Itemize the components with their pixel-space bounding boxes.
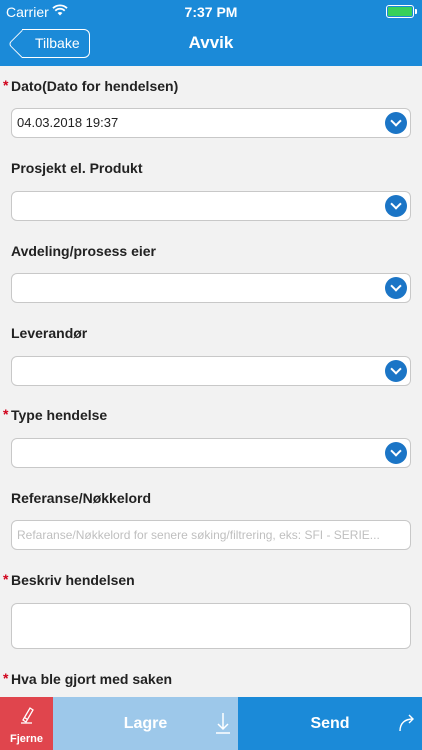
field-label-describe: * Beskriv hendelsen <box>3 571 135 588</box>
battery-icon <box>386 5 417 18</box>
chevron-down-icon <box>385 360 407 382</box>
send-button[interactable]: Send <box>238 697 422 750</box>
field-label-department: Avdeling/prosess eier <box>11 243 156 259</box>
send-button-label: Send <box>310 715 350 732</box>
chevron-down-icon <box>385 195 407 217</box>
chevron-down-icon <box>385 442 407 464</box>
field-label-supplier: Leverandør <box>11 325 88 341</box>
field-label-event-type: * Type hendelse <box>3 406 108 423</box>
event-type-dropdown[interactable] <box>11 438 411 468</box>
forward-arrow-icon <box>399 714 414 732</box>
required-marker: * <box>3 670 9 686</box>
date-value: 04.03.2018 19:37 <box>17 115 119 130</box>
project-dropdown[interactable] <box>11 191 411 221</box>
field-label-action: * Hva ble gjort med saken <box>3 670 173 687</box>
bottom-toolbar: Fjerne Lagre Send <box>0 697 422 750</box>
top-bar: Carrier 7:37 PM Tilbake Avvik <box>0 0 422 66</box>
date-dropdown[interactable]: 04.03.2018 19:37 <box>11 108 411 138</box>
reference-input[interactable]: Refaranse/Nøkkelord for senere søking/fi… <box>11 520 411 550</box>
clear-button-label: Fjerne <box>9 733 43 745</box>
clear-button[interactable]: Fjerne <box>0 697 53 750</box>
department-dropdown[interactable] <box>11 273 411 303</box>
supplier-dropdown[interactable] <box>11 356 411 386</box>
status-bar: Carrier 7:37 PM <box>0 0 422 22</box>
field-label-date: * Dato(Dato for hendelsen) <box>3 77 179 94</box>
save-button[interactable]: Lagre <box>53 697 238 750</box>
required-marker: * <box>3 77 9 93</box>
describe-textarea[interactable] <box>11 603 411 649</box>
save-button-label: Lagre <box>123 715 168 732</box>
eraser-icon <box>21 707 34 724</box>
field-label-reference: Referanse/Nøkkelord <box>11 490 152 506</box>
field-label-project: Prosjekt el. Produkt <box>11 160 143 176</box>
chevron-down-icon <box>385 112 407 134</box>
required-marker: * <box>3 406 9 422</box>
required-marker: * <box>3 571 9 587</box>
download-icon <box>216 713 230 734</box>
status-time: 7:37 PM <box>184 4 238 20</box>
page-title: Avvik <box>188 33 234 52</box>
chevron-down-icon <box>385 277 407 299</box>
